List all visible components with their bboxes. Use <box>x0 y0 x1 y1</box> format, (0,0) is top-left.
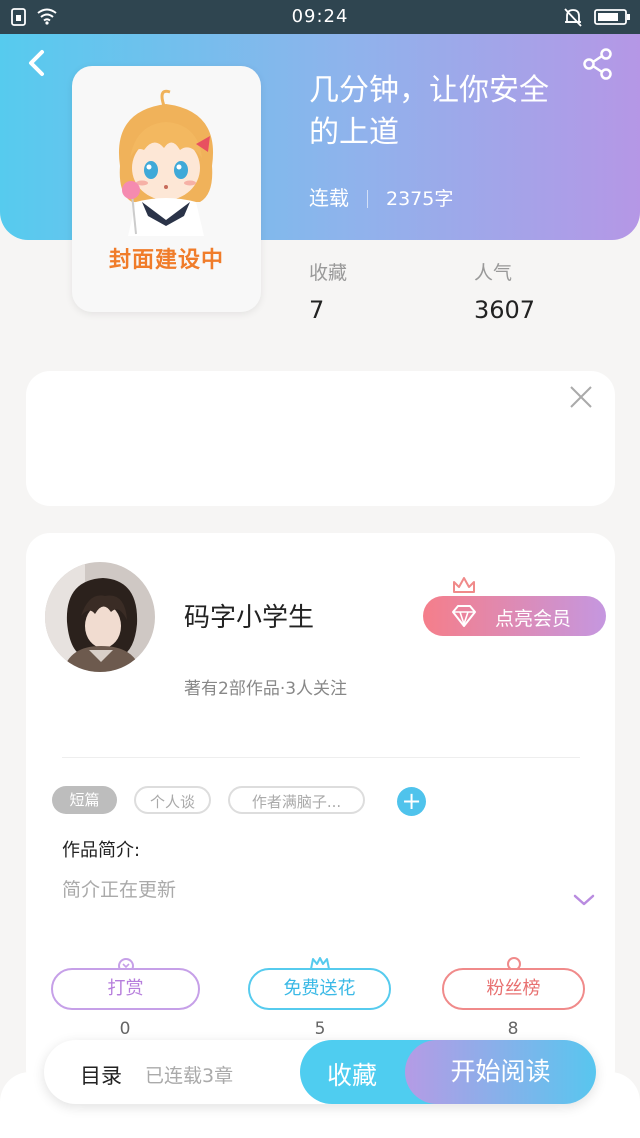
back-icon[interactable] <box>22 46 52 80</box>
popularity-label: 人气 <box>474 262 513 284</box>
banner-card <box>26 371 615 506</box>
diamond-icon <box>452 605 476 627</box>
chapter-count: 已连载3章 <box>145 1065 234 1087</box>
flower-count: 5 <box>314 1019 326 1039</box>
vip-button-label: 点亮会员 <box>495 608 572 630</box>
tag-short[interactable]: 短篇 <box>52 786 117 814</box>
crown-icon <box>453 577 475 593</box>
author-avatar[interactable] <box>45 562 155 672</box>
author-stats: 著有2部作品·3人关注 <box>184 679 348 699</box>
tip-count: 0 <box>119 1019 131 1039</box>
add-tag-button[interactable]: + <box>397 787 426 816</box>
meta-divider <box>367 190 368 208</box>
status-bar: 09:24 <box>0 0 640 34</box>
popularity-count: 3607 <box>474 296 536 324</box>
close-icon[interactable] <box>568 384 594 410</box>
book-meta: 连载 2375字 <box>309 182 453 211</box>
divider <box>62 757 580 758</box>
intro-text: 简介正在更新 <box>62 879 177 901</box>
status-time: 09:24 <box>291 6 349 27</box>
fans-ranking-button[interactable]: 粉丝榜 <box>442 968 585 1010</box>
book-cover[interactable]: 封面建设中 <box>72 66 261 312</box>
cover-placeholder-text: 封面建设中 <box>108 248 224 273</box>
tag-personal[interactable]: 个人谈 <box>134 786 211 814</box>
send-flower-button[interactable]: 免费送花 <box>248 968 391 1010</box>
battery-icon <box>594 9 630 25</box>
start-reading-button[interactable]: 开始阅读 <box>405 1040 596 1104</box>
word-count: 2375字 <box>386 188 454 210</box>
vip-button[interactable]: 点亮会员 <box>423 596 606 636</box>
tag-author[interactable]: 作者满脑子... <box>228 786 365 814</box>
intro-label: 作品简介: <box>62 840 141 861</box>
avatar-image <box>45 562 155 672</box>
favorites-label: 收藏 <box>309 262 348 284</box>
book-status: 连载 <box>309 186 349 210</box>
chevron-down-icon[interactable] <box>572 892 596 908</box>
toc-button[interactable]: 目录 <box>80 1060 122 1090</box>
favorites-count: 7 <box>309 296 325 324</box>
cover-illustration <box>118 89 214 236</box>
author-name[interactable]: 码字小学生 <box>184 597 314 634</box>
fans-count: 8 <box>507 1019 519 1039</box>
share-icon[interactable] <box>580 46 616 82</box>
collect-button-label: 收藏 <box>327 1061 378 1090</box>
book-title: 几分钟，让你安全的上道 <box>309 73 549 150</box>
mute-bell-icon <box>564 8 582 27</box>
tip-button[interactable]: 打赏 <box>51 968 200 1010</box>
